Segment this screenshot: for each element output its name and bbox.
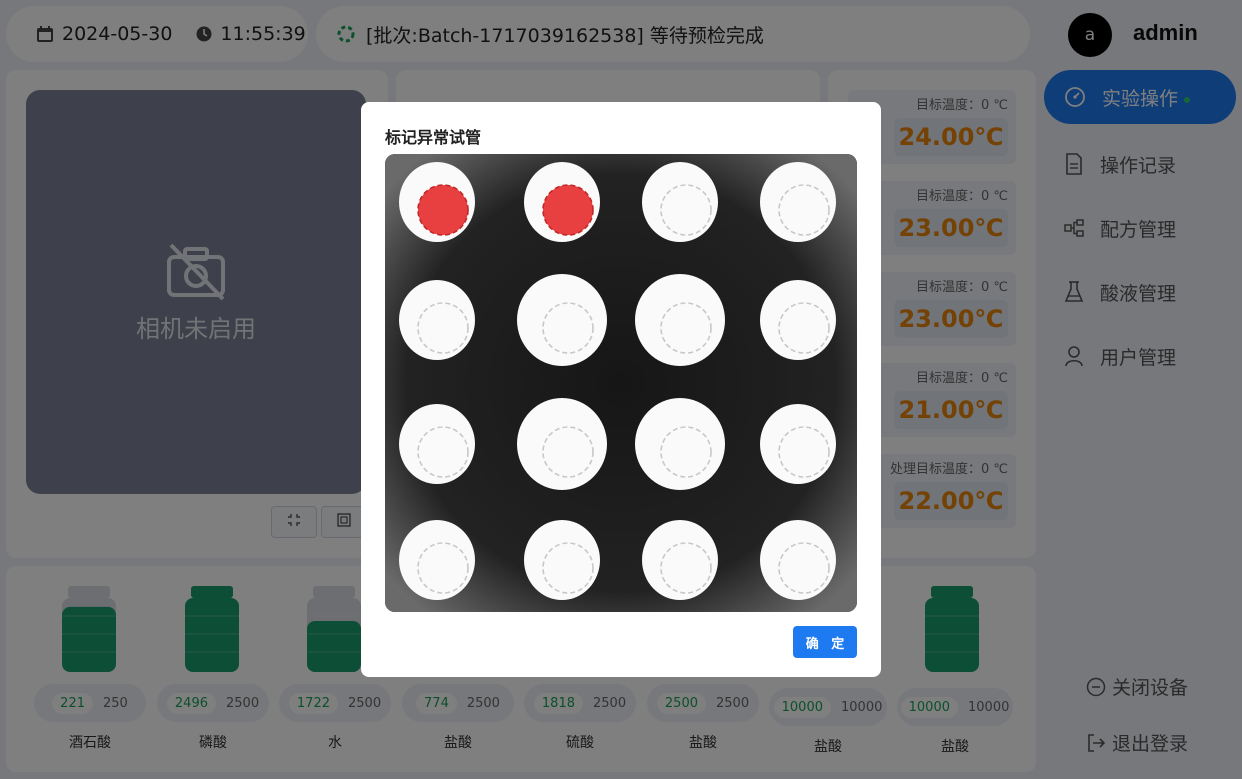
tube-rack-image bbox=[385, 154, 857, 612]
tube-opening bbox=[635, 398, 725, 490]
tube-opening bbox=[399, 404, 475, 484]
tube-opening bbox=[760, 280, 836, 360]
confirm-button[interactable]: 确 定 bbox=[793, 626, 857, 658]
tube-marker-abnormal[interactable] bbox=[417, 184, 469, 236]
tube-opening bbox=[524, 520, 600, 600]
tube-opening bbox=[517, 274, 607, 366]
tube-opening bbox=[642, 520, 718, 600]
tube-opening bbox=[760, 162, 836, 242]
tube-opening bbox=[399, 280, 475, 360]
tube-opening bbox=[760, 404, 836, 484]
dialog-title: 标记异常试管 bbox=[385, 128, 482, 147]
tube-opening bbox=[517, 398, 607, 490]
mark-abnormal-tubes-dialog: 标记异常试管 确 定 bbox=[361, 102, 881, 677]
tube-rack-view bbox=[385, 154, 857, 612]
tube-opening bbox=[760, 520, 836, 600]
tube-marker-abnormal[interactable] bbox=[542, 184, 594, 236]
tube-opening bbox=[642, 162, 718, 242]
tube-opening bbox=[635, 274, 725, 366]
tube-opening bbox=[399, 520, 475, 600]
